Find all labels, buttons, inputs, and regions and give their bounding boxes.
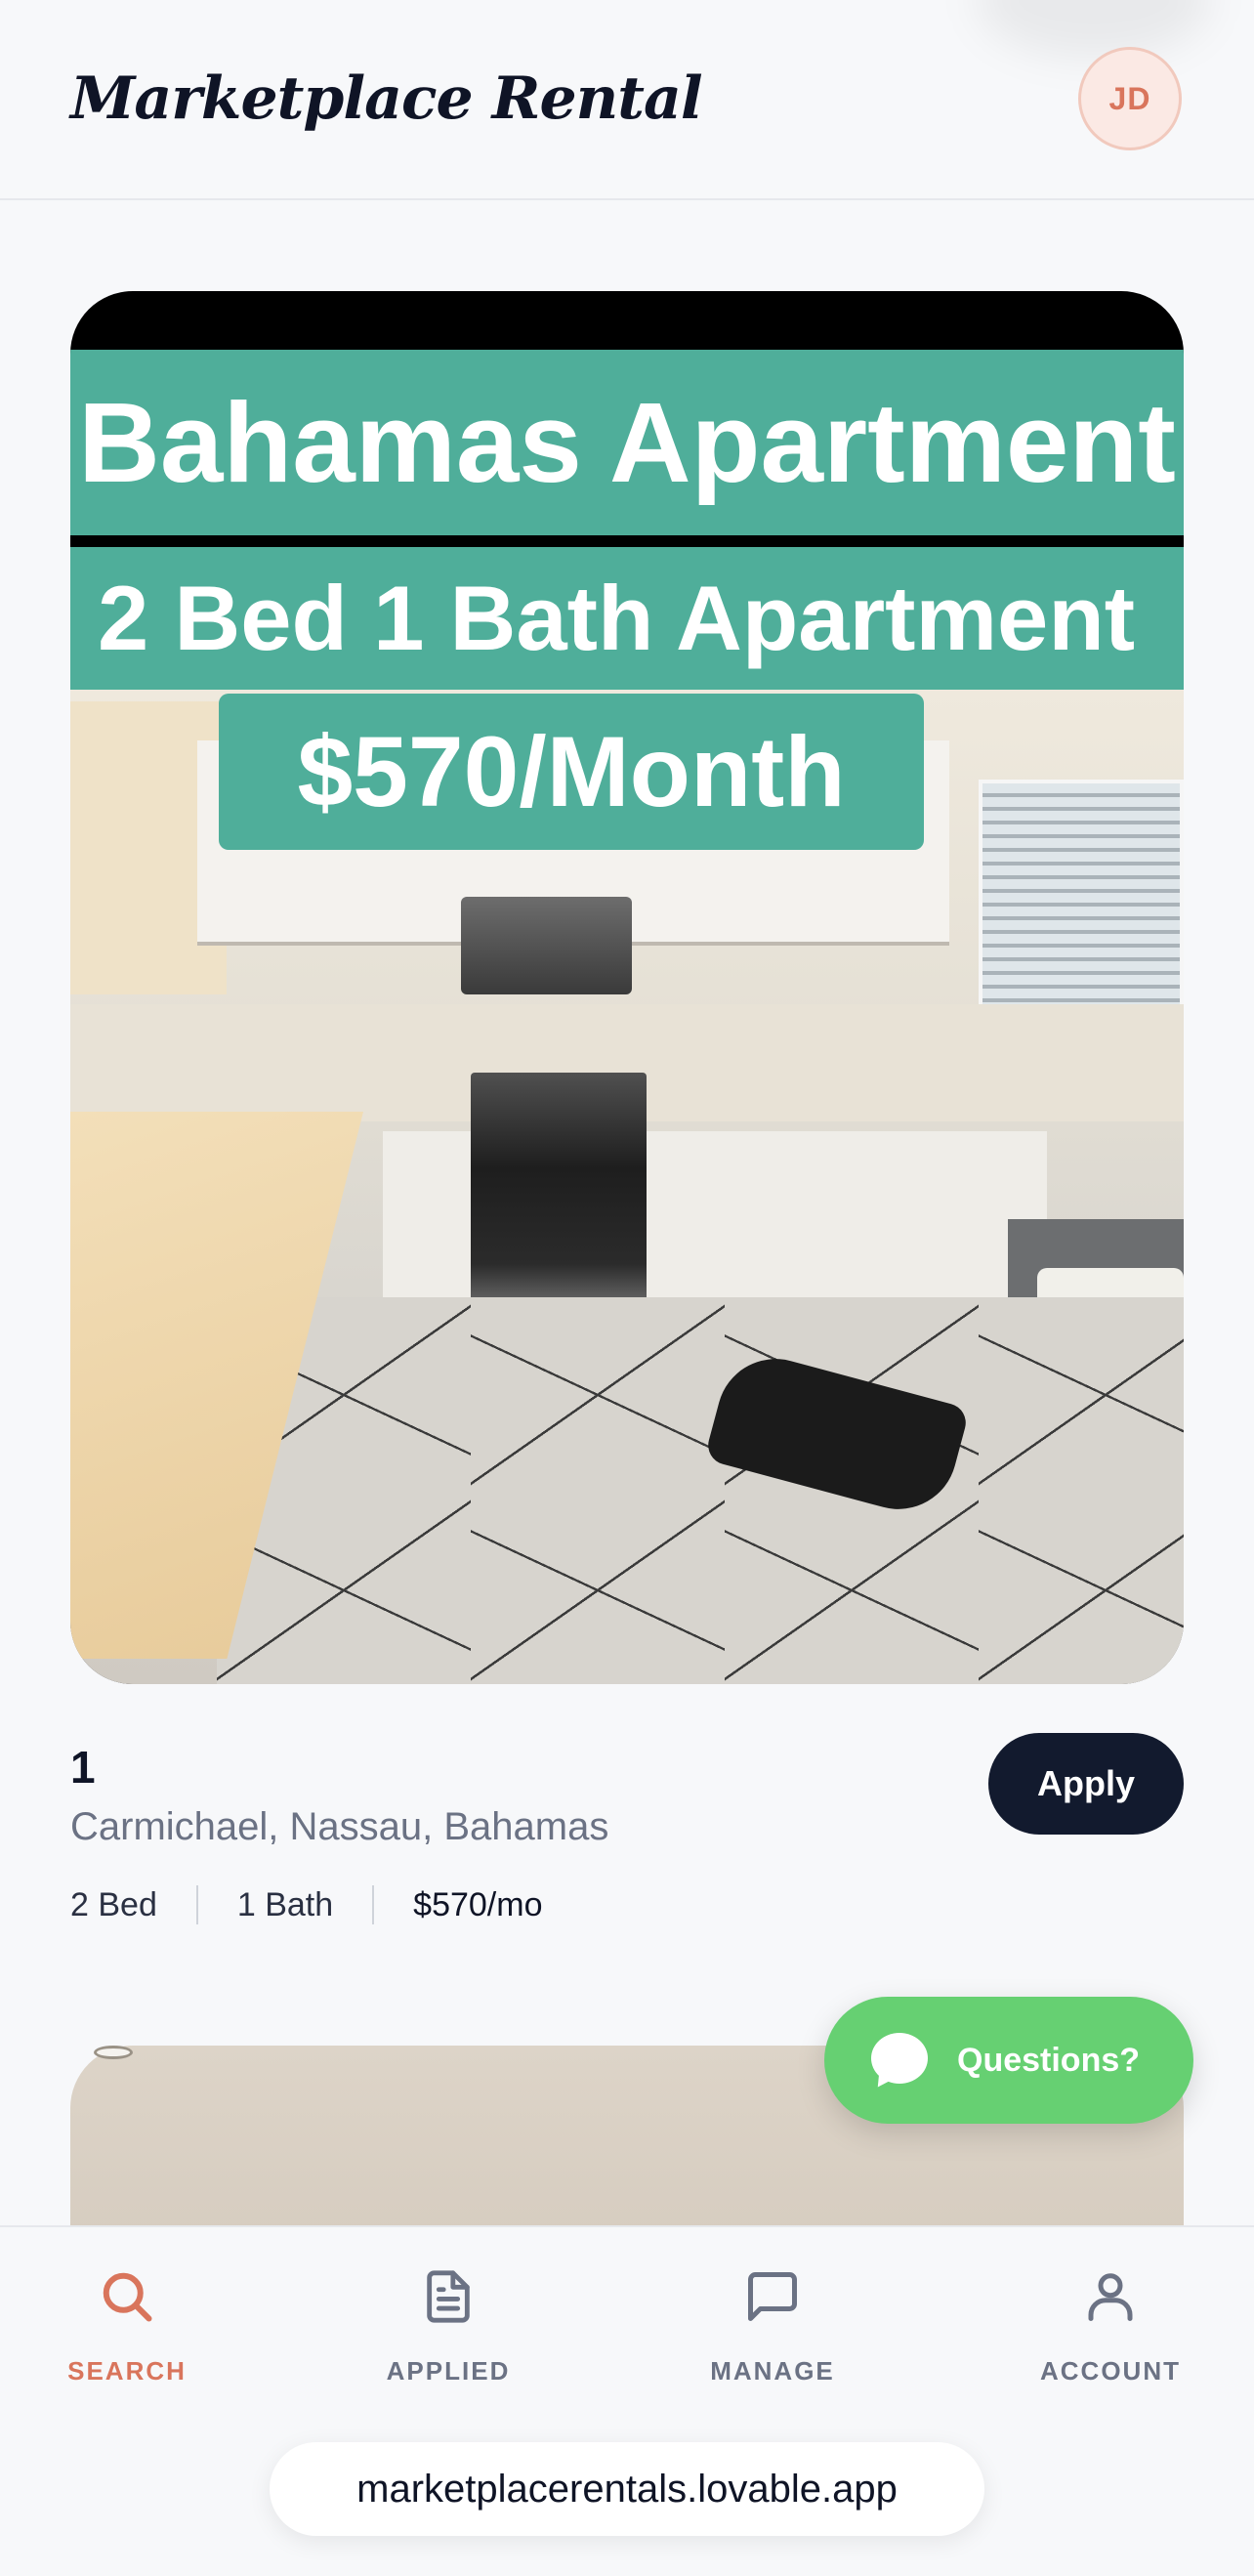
spec-divider — [195, 1885, 198, 1924]
listing-baths: 1 Bath — [236, 1885, 334, 1923]
apply-button[interactable]: Apply — [988, 1733, 1184, 1835]
browser-url-bar[interactable]: marketplacerentals.lovable.app — [270, 2442, 984, 2536]
photo-banner-subtitle: 2 Bed 1 Bath Apartment — [70, 547, 1184, 690]
document-icon — [414, 2262, 482, 2331]
nav-label-applied: APPLIED — [386, 2356, 511, 2386]
photo-banner-title: Bahamas Apartment — [70, 350, 1184, 535]
questions-label: Questions? — [957, 2041, 1141, 2079]
nav-item-account[interactable]: ACCOUNT — [1035, 2262, 1186, 2399]
listing-specs: 2 Bed 1 Bath $570/mo — [70, 1885, 543, 1924]
nav-item-manage[interactable]: MANAGE — [706, 2262, 839, 2399]
chat-bubble-icon — [869, 2033, 930, 2094]
listing-location: Carmichael, Nassau, Bahamas — [70, 1805, 609, 1848]
page: Marketplace Rental JD Bahamas Apartment … — [0, 0, 1254, 2576]
photo-ceiling-light — [94, 2046, 133, 2059]
photo-floor — [217, 1297, 1184, 1684]
user-icon — [1076, 2262, 1145, 2331]
listing-price: $570/mo — [413, 1885, 543, 1923]
nav-label-search: SEARCH — [67, 2356, 187, 2386]
nav-item-search[interactable]: SEARCH — [67, 2262, 187, 2399]
photo-window — [979, 780, 1184, 1034]
photo-banner-price: $570/Month — [219, 694, 924, 850]
app-header: Marketplace Rental JD — [0, 0, 1254, 200]
listing-photo[interactable]: Bahamas Apartment 2 Bed 1 Bath Apartment… — [70, 291, 1184, 1684]
header-shadow — [977, 0, 1211, 59]
spec-divider — [372, 1885, 375, 1924]
questions-button[interactable]: Questions? — [824, 1997, 1193, 2124]
app-title[interactable]: Marketplace Rental — [70, 64, 703, 133]
nav-item-applied[interactable]: APPLIED — [383, 2262, 514, 2399]
listing-beds: 2 Bed — [70, 1885, 157, 1923]
search-icon — [93, 2262, 161, 2331]
photo-microwave — [461, 897, 632, 994]
message-square-icon — [738, 2262, 807, 2331]
avatar[interactable]: JD — [1078, 47, 1182, 150]
nav-label-manage: MANAGE — [710, 2356, 835, 2386]
listing-title: 1 — [70, 1742, 96, 1793]
nav-label-account: ACCOUNT — [1040, 2356, 1181, 2386]
